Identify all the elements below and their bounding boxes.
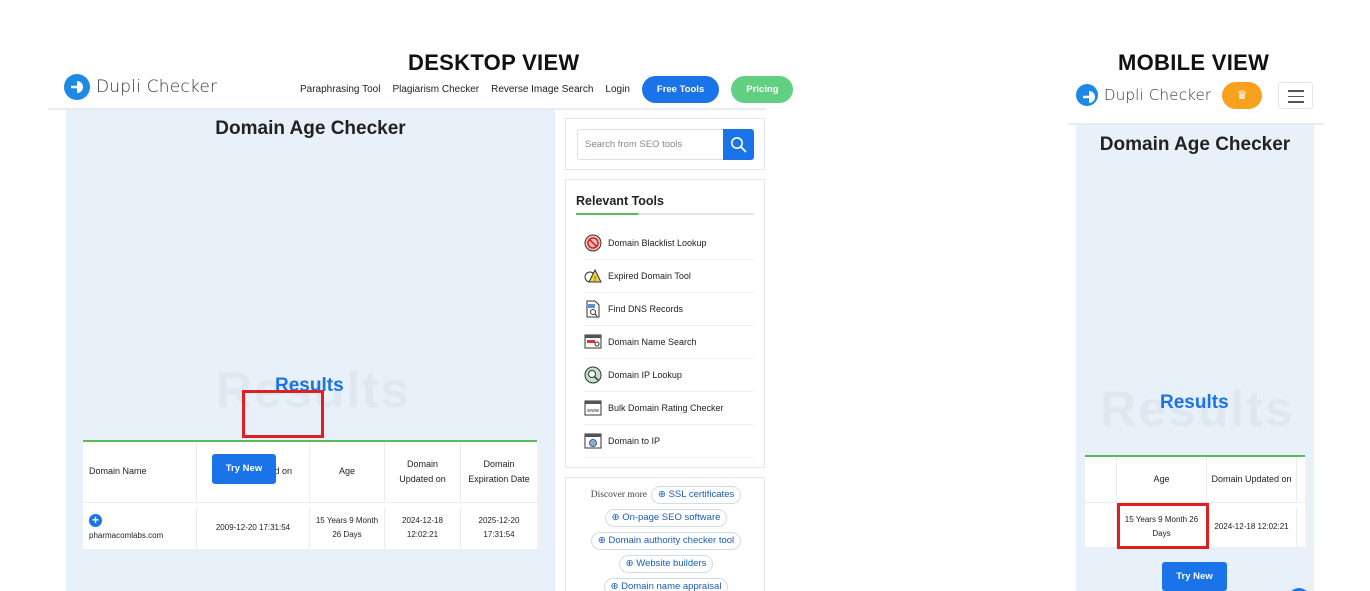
cell-blank <box>1085 507 1117 547</box>
search-input[interactable]: Search from SEO tools <box>577 129 724 160</box>
tool-domain-to-ip[interactable]: Domain to IP <box>584 425 754 458</box>
mobile-view-label: MOBILE VIEW <box>1118 50 1270 75</box>
discover-chips: Discover more ⊕ SSL certificates ⊕ On-pa… <box>574 486 758 591</box>
page-title: Domain Age Checker <box>215 118 406 139</box>
logo-text: Dupli Checker <box>1104 86 1212 104</box>
expired-warning-icon: ! <box>584 267 602 285</box>
mobile-logo[interactable]: Dupli Checker <box>1076 84 1211 106</box>
chip-domain-authority[interactable]: ⊕ Domain authority checker tool <box>590 532 742 550</box>
svg-text:!: ! <box>594 275 597 283</box>
tool-domain-blacklist-lookup[interactable]: Domain Blacklist Lookup <box>584 227 754 260</box>
results-table: Domain Name Domain Created on Age Domain… <box>83 440 537 549</box>
desktop-header: Dupli Checker Paraphrasing Tool Plagiari… <box>50 70 794 108</box>
menu-line-icon <box>1288 101 1304 103</box>
search-icon <box>731 137 747 153</box>
www-window-icon: www <box>584 399 602 417</box>
logo-mark-icon <box>1076 84 1098 106</box>
tool-list: Domain Blacklist Lookup ! Expired Domain… <box>584 227 754 458</box>
cell-expiration: 2025-12-20 17:31:54 <box>478 516 520 539</box>
chip-on-page-seo[interactable]: ⊕ On-page SEO software <box>604 509 728 527</box>
age-highlight-box <box>1117 503 1209 549</box>
logo-text: Dupli Checker <box>96 77 218 97</box>
tool-label: Domain Blacklist Lookup <box>608 238 707 248</box>
blacklist-icon <box>584 234 602 252</box>
free-tools-button[interactable]: Free Tools <box>641 76 720 103</box>
results-heading: Results <box>1160 392 1229 413</box>
discover-more-panel: Discover more ⊕ SSL certificates ⊕ On-pa… <box>565 477 765 591</box>
table-row: + pharmacomlabs.com 2009-12-20 17:31:54 … <box>83 507 537 549</box>
table-header-row: Age Domain Updated on <box>1085 457 1305 503</box>
tool-label: Domain Name Search <box>608 337 697 347</box>
tool-domain-ip-lookup[interactable]: Domain IP Lookup <box>584 359 754 392</box>
cell-updated: 2024-12-18 12:02:21 <box>385 507 461 549</box>
relevant-tools-panel: Relevant Tools Domain Blacklist Lookup !… <box>565 179 765 468</box>
tool-expired-domain[interactable]: ! Expired Domain Tool <box>584 260 754 293</box>
domain-value: pharmacomlabs.com <box>89 530 164 540</box>
ip-lookup-icon <box>584 366 602 384</box>
nav-reverse-image-search[interactable]: Reverse Image Search <box>491 84 593 95</box>
header-domain-updated: Domain Updated on <box>1207 457 1297 502</box>
relevant-tools-title: Relevant Tools <box>576 194 664 208</box>
top-nav: Paraphrasing Tool Plagiarism Checker Rev… <box>300 76 794 103</box>
tool-bulk-domain-rating-checker[interactable]: www Bulk Domain Rating Checker <box>584 392 754 425</box>
logo-mark-icon <box>64 74 90 100</box>
header-age: Age <box>1117 457 1207 502</box>
tool-label: Domain IP Lookup <box>608 370 682 380</box>
cell-created: 2009-12-20 17:31:54 <box>197 507 310 549</box>
tool-label: Find DNS Records <box>608 304 684 314</box>
crown-icon: ♛ <box>1236 88 1248 102</box>
globe-window-icon <box>584 432 602 450</box>
nav-plagiarism-checker[interactable]: Plagiarism Checker <box>392 84 479 95</box>
cell-domain: + pharmacomlabs.com <box>83 507 197 549</box>
pricing-button[interactable]: Pricing <box>731 76 794 103</box>
chip-label: SSL certificates <box>668 489 735 500</box>
age-highlight-box <box>242 390 324 438</box>
chip-label: Domain authority checker tool <box>608 535 735 546</box>
search-button[interactable] <box>723 129 754 160</box>
header-blank <box>1085 457 1117 502</box>
header-overflow <box>1297 457 1305 502</box>
header-domain-updated: Domain Updated on <box>385 442 461 502</box>
cell-overflow <box>1297 507 1305 547</box>
chip-ssl-certificates[interactable]: ⊕ SSL certificates <box>650 486 742 504</box>
crown-premium-button[interactable]: ♛ <box>1222 82 1262 109</box>
dns-file-icon <box>584 300 602 318</box>
chip-label: Website builders <box>636 558 707 569</box>
domain-search-icon <box>584 333 602 351</box>
header-domain-name: Domain Name <box>83 442 197 502</box>
mobile-page-title: Domain Age Checker <box>1099 134 1291 155</box>
tool-label: Domain to IP <box>608 436 661 446</box>
chip-domain-appraisal[interactable]: ⊕ Domain name appraisal <box>603 578 729 591</box>
mobile-try-new-button[interactable]: Try New <box>1162 562 1227 591</box>
table-header-row: Domain Name Domain Created on Age Domain… <box>83 442 537 503</box>
chip-label: Domain name appraisal <box>621 581 722 591</box>
hamburger-menu-button[interactable] <box>1278 82 1313 109</box>
tool-find-dns-records[interactable]: Find DNS Records <box>584 293 754 326</box>
menu-line-icon <box>1288 90 1304 92</box>
tool-label: Bulk Domain Rating Checker <box>608 403 724 413</box>
tool-label: Expired Domain Tool <box>608 271 691 281</box>
seo-tools-search-panel: Search from SEO tools <box>565 118 765 170</box>
expand-plus-icon[interactable]: + <box>89 513 102 527</box>
chip-website-builders[interactable]: ⊕ Website builders <box>618 555 714 573</box>
logo[interactable]: Dupli Checker <box>64 74 217 100</box>
nav-login[interactable]: Login <box>605 84 629 95</box>
title-underline <box>576 213 754 215</box>
svg-text:www: www <box>587 408 599 414</box>
try-new-button[interactable]: Try New <box>212 454 276 484</box>
chip-label: On-page SEO software <box>622 512 721 523</box>
cell-updated: 2024-12-18 12:02:21 <box>1207 507 1297 547</box>
header-domain-expiration: Domain Expiration Date <box>468 458 530 484</box>
header-age: Age <box>310 442 385 502</box>
tool-domain-name-search[interactable]: Domain Name Search <box>584 326 754 359</box>
nav-paraphrasing-tool[interactable]: Paraphrasing Tool <box>300 84 380 95</box>
menu-line-icon <box>1288 95 1304 97</box>
discover-label: Discover more <box>590 490 647 500</box>
cell-age: 15 Years 9 Month 26 Days <box>310 507 385 549</box>
desktop-main-panel: Domain Age Checker Results Results Domai… <box>66 110 555 591</box>
